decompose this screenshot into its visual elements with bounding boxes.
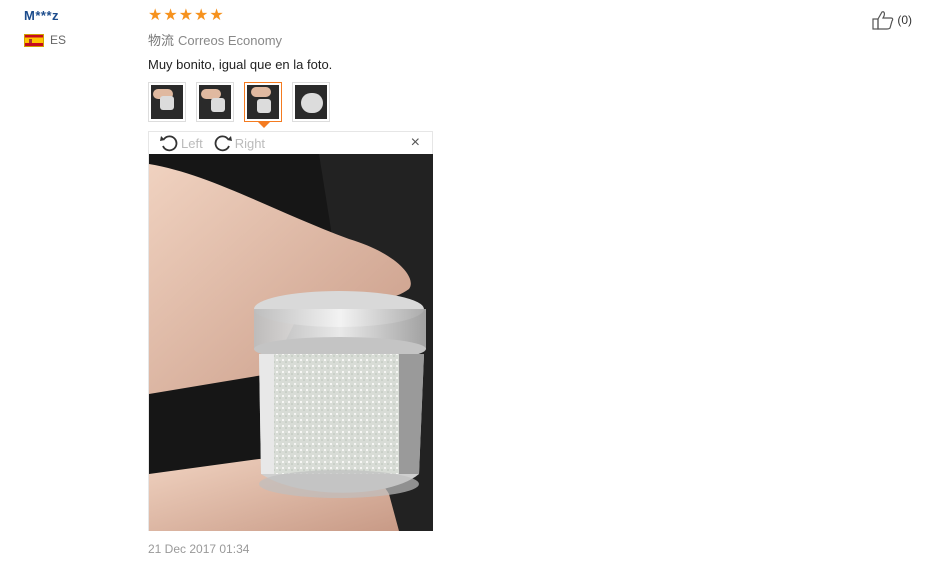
review-date: 21 Dec 2017 01:34 bbox=[148, 542, 250, 556]
star-icon: ★ bbox=[148, 7, 163, 24]
star-icon: ★ bbox=[194, 7, 209, 24]
helpful-count: (0) bbox=[897, 13, 912, 27]
helpful-button[interactable]: (0) bbox=[872, 10, 912, 30]
rating-stars: ★ ★ ★ ★ ★ bbox=[148, 8, 848, 24]
photo-thumbnail-active[interactable] bbox=[244, 82, 282, 128]
star-icon: ★ bbox=[209, 7, 224, 24]
reviewer-info: M***z ES bbox=[24, 8, 66, 47]
shipping-method: Correos Economy bbox=[178, 33, 283, 48]
viewer-toolbar: Left Right × bbox=[149, 132, 432, 154]
reviewer-country: ES bbox=[24, 33, 66, 47]
rotate-right-label: Right bbox=[234, 135, 266, 151]
photo-viewer: Left Right × bbox=[148, 131, 433, 531]
active-pointer-icon bbox=[258, 122, 270, 128]
star-icon: ★ bbox=[163, 7, 178, 24]
close-icon[interactable]: × bbox=[411, 135, 420, 151]
review-content: ★ ★ ★ ★ ★ 物流 Correos Economy Muy bonito, … bbox=[148, 8, 848, 128]
shipping-label: 物流 bbox=[148, 33, 175, 48]
review-photo-image bbox=[149, 154, 433, 531]
rotate-right-button[interactable]: Right bbox=[213, 134, 265, 152]
review-comment: Muy bonito, igual que en la foto. bbox=[148, 57, 333, 72]
country-code: ES bbox=[50, 33, 67, 47]
photo-thumbnails bbox=[148, 82, 848, 128]
reviewer-name: M***z bbox=[24, 8, 60, 23]
flag-spain-icon bbox=[24, 33, 44, 47]
thumbs-up-icon bbox=[872, 11, 894, 30]
photo-thumbnail[interactable] bbox=[196, 82, 234, 122]
rotate-left-button[interactable]: Left bbox=[159, 134, 203, 152]
rotate-right-icon bbox=[214, 135, 232, 152]
star-icon: ★ bbox=[178, 7, 194, 24]
review-photo bbox=[149, 154, 433, 531]
photo-thumbnail[interactable] bbox=[292, 82, 330, 122]
photo-thumbnail[interactable] bbox=[148, 82, 186, 122]
shipping-info: 物流 Correos Economy bbox=[148, 30, 848, 49]
rotate-left-icon bbox=[160, 135, 178, 152]
rotate-left-label: Left bbox=[181, 135, 203, 151]
